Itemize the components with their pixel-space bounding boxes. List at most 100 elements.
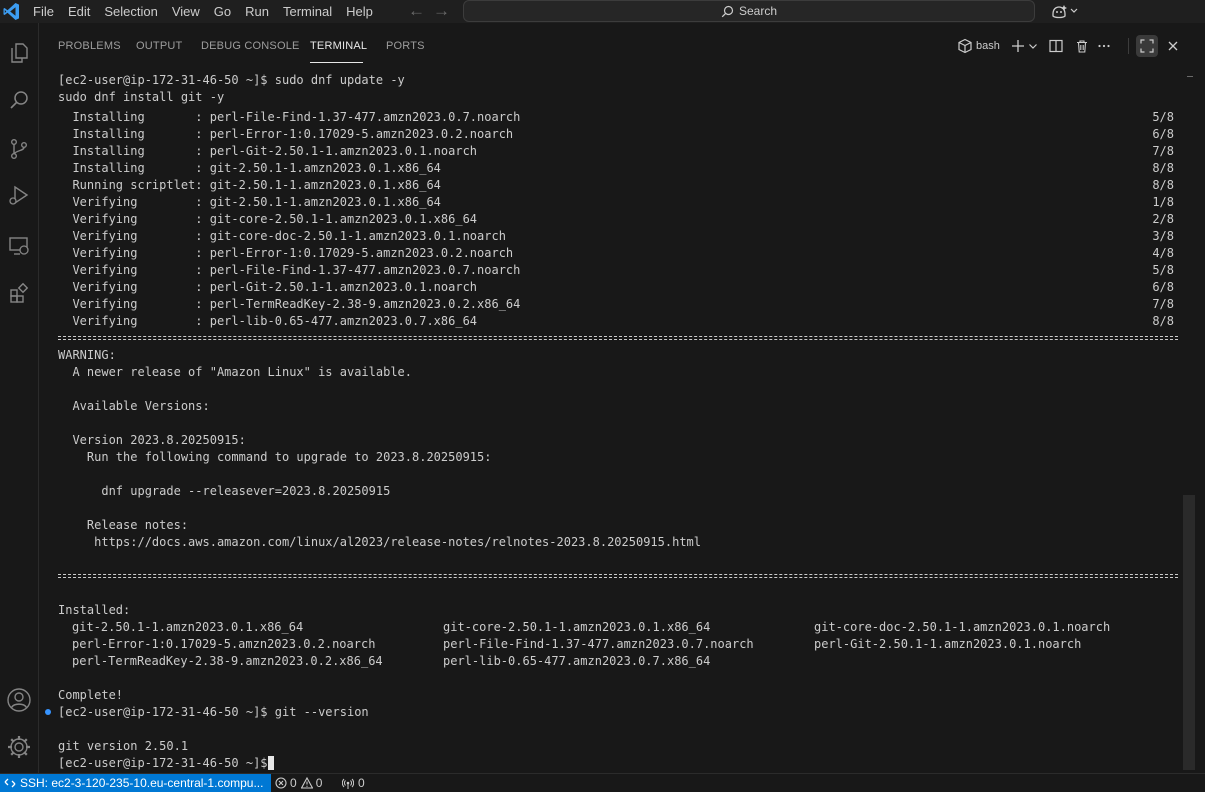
scroll-marker bbox=[1187, 76, 1193, 77]
warning-line: Release notes: bbox=[58, 518, 189, 532]
remote-indicator[interactable]: SSH: ec2-3-120-235-10.eu-central-1.compu… bbox=[0, 774, 272, 792]
transaction-line: Installing : git-2.50.1-1.amzn2023.0.1.x… bbox=[58, 161, 441, 175]
menu-edit[interactable]: Edit bbox=[61, 0, 97, 23]
menu-terminal[interactable]: Terminal bbox=[276, 0, 339, 23]
run-debug-icon[interactable] bbox=[0, 175, 38, 215]
command-decoration-icon[interactable] bbox=[45, 709, 51, 715]
transaction-count: 8/8 bbox=[1152, 314, 1174, 328]
tab-ports[interactable]: PORTS bbox=[386, 40, 425, 52]
separator-line bbox=[58, 574, 1178, 578]
shell-label: bash bbox=[976, 40, 1000, 52]
tab-terminal[interactable]: TERMINAL bbox=[310, 40, 367, 52]
complete-message: Complete! bbox=[58, 688, 124, 702]
ellipsis-icon bbox=[1098, 44, 1110, 48]
accounts-icon[interactable] bbox=[0, 680, 38, 720]
ports-indicator[interactable]: 0 bbox=[342, 774, 365, 792]
warning-line: WARNING: bbox=[58, 348, 116, 362]
transaction-count: 5/8 bbox=[1152, 263, 1174, 277]
tab-problems[interactable]: PROBLEMS bbox=[58, 40, 121, 52]
menu-file[interactable]: File bbox=[26, 0, 61, 23]
transaction-line: Verifying : perl-File-Find-1.37-477.amzn… bbox=[58, 263, 521, 277]
tab-output[interactable]: OUTPUT bbox=[136, 40, 182, 52]
warning-count: 0 bbox=[315, 776, 323, 790]
transaction-line: Verifying : git-core-2.50.1-1.amzn2023.0… bbox=[58, 212, 478, 226]
broadcast-icon bbox=[342, 778, 354, 789]
transaction-line: Verifying : perl-TermReadKey-2.38-9.amzn… bbox=[58, 297, 521, 311]
transaction-count: 6/8 bbox=[1152, 127, 1174, 141]
extensions-icon[interactable] bbox=[0, 273, 38, 313]
transaction-line: Installing : perl-Git-2.50.1-1.amzn2023.… bbox=[58, 144, 478, 158]
release-notes-link[interactable]: https://docs.aws.amazon.com/linux/al2023… bbox=[58, 534, 701, 551]
terminal-prompt: [ec2-user@ip-172-31-46-50 ~]$ bbox=[58, 756, 275, 770]
error-icon bbox=[275, 777, 287, 789]
new-terminal-button[interactable] bbox=[1011, 37, 1025, 55]
maximize-panel-button[interactable] bbox=[1136, 35, 1158, 57]
terminal-launch-profile-button[interactable] bbox=[1028, 37, 1038, 55]
tab-debug-console[interactable]: DEBUG CONSOLE bbox=[201, 40, 300, 52]
forward-arrow-icon[interactable]: → bbox=[433, 0, 450, 23]
more-actions-button[interactable] bbox=[1097, 37, 1111, 55]
menu-run[interactable]: Run bbox=[238, 0, 276, 23]
maximize-icon bbox=[1140, 39, 1154, 53]
installed-package: perl-lib-0.65-477.amzn2023.0.7.x86_64 bbox=[443, 654, 711, 668]
remote-icon bbox=[4, 778, 16, 788]
split-terminal-button[interactable] bbox=[1049, 37, 1063, 55]
close-icon bbox=[1168, 41, 1178, 51]
menu-view[interactable]: View bbox=[165, 0, 207, 23]
copilot-icon[interactable] bbox=[1050, 2, 1082, 20]
installed-package: perl-TermReadKey-2.38-9.amzn2023.0.2.x86… bbox=[72, 654, 383, 668]
transaction-count: 6/8 bbox=[1152, 280, 1174, 294]
search-icon bbox=[721, 5, 734, 17]
transaction-count: 2/8 bbox=[1152, 212, 1174, 226]
installed-package: perl-File-Find-1.37-477.amzn2023.0.7.noa… bbox=[443, 637, 754, 651]
transaction-line: Verifying : perl-Error-1:0.17029-5.amzn2… bbox=[58, 246, 514, 260]
manage-gear-icon[interactable] bbox=[0, 727, 38, 767]
terminal-shell-icon bbox=[958, 38, 972, 54]
terminal-line-command: sudo dnf install git -y bbox=[58, 90, 225, 104]
terminal-output[interactable]: [ec2-user@ip-172-31-46-50 ~]$ sudo dnf u… bbox=[39, 72, 1179, 772]
command-center-search[interactable]: Search bbox=[463, 0, 1035, 22]
installed-package: git-core-2.50.1-1.amzn2023.0.1.x86_64 bbox=[443, 620, 711, 634]
explorer-icon[interactable] bbox=[0, 33, 38, 73]
trash-icon bbox=[1077, 40, 1087, 53]
back-arrow-icon[interactable]: ← bbox=[408, 0, 425, 23]
status-bar: SSH: ec2-3-120-235-10.eu-central-1.compu… bbox=[0, 773, 1205, 792]
transaction-count: 4/8 bbox=[1152, 246, 1174, 260]
terminal-shell-selector[interactable]: bash bbox=[957, 37, 1000, 55]
menu-selection[interactable]: Selection bbox=[97, 0, 164, 23]
warning-line: Available Versions: bbox=[58, 399, 210, 413]
transaction-line: Verifying : perl-lib-0.65-477.amzn2023.0… bbox=[58, 314, 478, 328]
remote-explorer-icon[interactable] bbox=[0, 226, 38, 266]
installed-package: perl-Git-2.50.1-1.amzn2023.0.1.noarch bbox=[814, 637, 1082, 651]
transaction-count: 1/8 bbox=[1152, 195, 1174, 209]
panel-header: PROBLEMS OUTPUT DEBUG CONSOLE TERMINAL P… bbox=[39, 23, 1205, 67]
transaction-count: 7/8 bbox=[1152, 297, 1174, 311]
activity-bar bbox=[0, 23, 39, 773]
transaction-count: 3/8 bbox=[1152, 229, 1174, 243]
kill-terminal-button[interactable] bbox=[1075, 37, 1089, 55]
menu-help[interactable]: Help bbox=[339, 0, 380, 23]
terminal-line-command: [ec2-user@ip-172-31-46-50 ~]$ sudo dnf u… bbox=[58, 73, 405, 87]
error-count: 0 bbox=[290, 776, 297, 790]
transaction-line: Verifying : git-2.50.1-1.amzn2023.0.1.x8… bbox=[58, 195, 441, 209]
close-panel-button[interactable] bbox=[1167, 37, 1179, 55]
transaction-count: 7/8 bbox=[1152, 144, 1174, 158]
installed-package: perl-Error-1:0.17029-5.amzn2023.0.2.noar… bbox=[72, 637, 376, 651]
ports-count: 0 bbox=[358, 776, 365, 790]
warning-icon bbox=[300, 777, 313, 789]
git-version-output: git version 2.50.1 bbox=[58, 739, 189, 753]
chevron-down-icon bbox=[1029, 44, 1037, 49]
title-bar: File Edit Selection View Go Run Terminal… bbox=[0, 0, 1205, 23]
problems-indicator[interactable]: 0 0 bbox=[275, 774, 322, 792]
transaction-line: Installing : perl-File-Find-1.37-477.amz… bbox=[58, 110, 521, 124]
menu-go[interactable]: Go bbox=[207, 0, 238, 23]
terminal-line-command: [ec2-user@ip-172-31-46-50 ~]$ git --vers… bbox=[58, 705, 369, 719]
transaction-count: 5/8 bbox=[1152, 110, 1174, 124]
search-view-icon[interactable] bbox=[0, 80, 38, 120]
ssh-host-label: SSH: ec2-3-120-235-10.eu-central-1.compu… bbox=[20, 776, 264, 790]
installed-package: git-core-doc-2.50.1-1.amzn2023.0.1.noarc… bbox=[814, 620, 1111, 634]
search-label: Search bbox=[738, 4, 778, 18]
scrollbar-thumb[interactable] bbox=[1183, 495, 1195, 770]
source-control-icon[interactable] bbox=[0, 129, 38, 169]
menu-bar: File Edit Selection View Go Run Terminal… bbox=[26, 0, 380, 23]
